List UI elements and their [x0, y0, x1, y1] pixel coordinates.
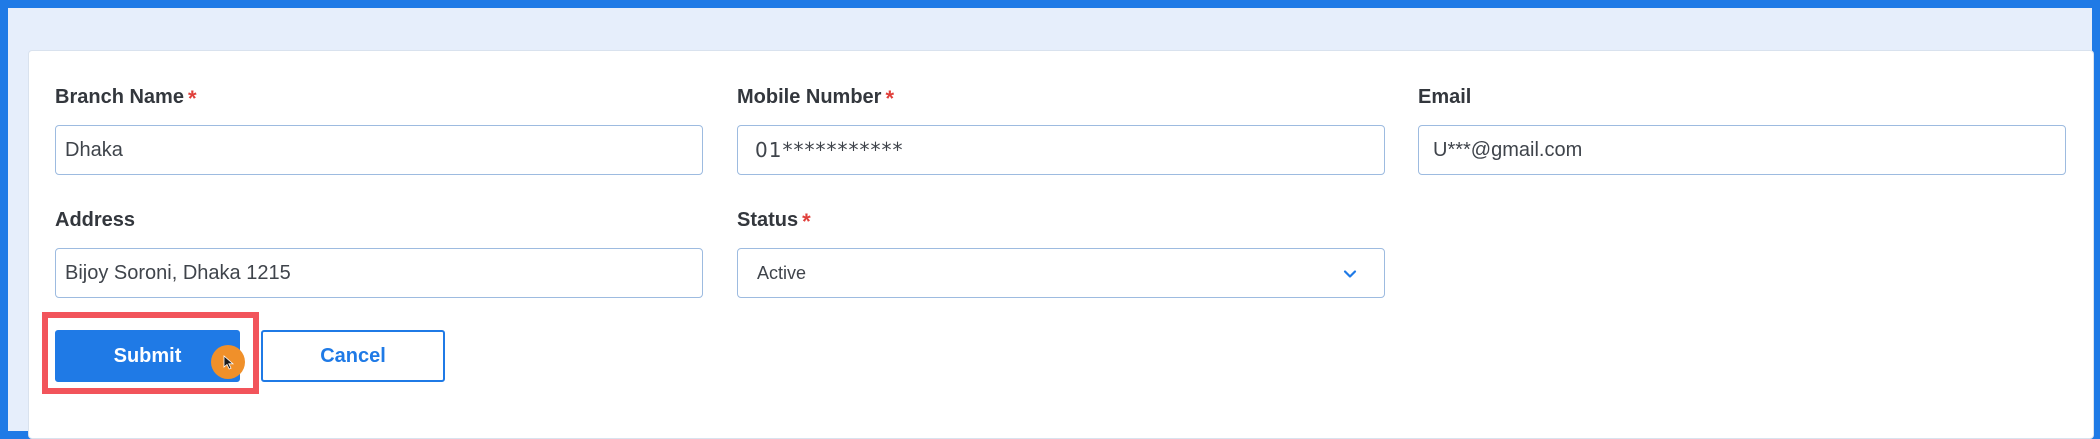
branch-name-label: Branch Name * — [55, 86, 197, 112]
required-mark: * — [187, 86, 197, 111]
branch-name-value: Dhaka — [65, 138, 123, 161]
email-label-text: Email — [1418, 86, 1472, 108]
cursor-indicator — [211, 345, 245, 379]
cancel-button[interactable]: Cancel — [261, 330, 445, 382]
status-select[interactable]: Active — [737, 248, 1385, 298]
branch-name-input[interactable]: Dhaka — [55, 125, 703, 175]
mobile-number-label-text: Mobile Number — [737, 86, 882, 108]
address-input[interactable]: Bijoy Soroni, Dhaka 1215 — [55, 248, 703, 298]
status-label-text: Status — [737, 209, 799, 231]
address-label-text: Address — [55, 209, 136, 231]
email-value: U***@gmail.com — [1433, 138, 1583, 161]
status-label: Status * — [737, 209, 811, 235]
mobile-number-value: 01*********** — [755, 138, 904, 162]
chevron-down-icon — [1343, 270, 1357, 278]
branch-name-label-text: Branch Name — [55, 86, 184, 108]
address-label: Address — [55, 209, 135, 232]
mobile-number-input[interactable]: 01*********** — [737, 125, 1385, 175]
status-selected-value: Active — [757, 262, 807, 283]
email-input[interactable]: U***@gmail.com — [1418, 125, 2066, 175]
screenshot-frame: Branch Name * Dhaka Mobile Number * 01****… — [0, 0, 2100, 439]
email-label: Email — [1418, 86, 1471, 109]
required-mark: * — [885, 86, 895, 111]
mouse-pointer-icon — [223, 355, 235, 370]
mobile-number-label: Mobile Number * — [737, 86, 894, 112]
address-value: Bijoy Soroni, Dhaka 1215 — [65, 261, 291, 284]
required-mark: * — [802, 209, 811, 234]
